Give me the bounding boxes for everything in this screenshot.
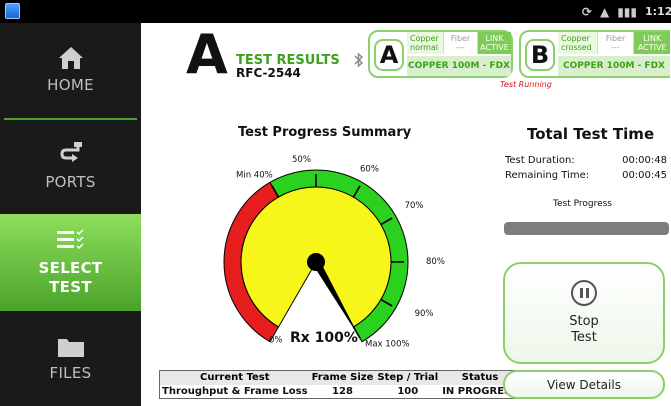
- app-notification-icon: [5, 3, 20, 19]
- gauge-tick-label: 70%: [405, 201, 424, 211]
- gauge-needle-hub: [307, 253, 325, 271]
- home-icon: [58, 47, 83, 69]
- status-bar-right: ⟳ ▲ ▮▮▮ 1:12: [582, 3, 671, 20]
- gauge-value-label: Rx 100%: [290, 330, 358, 346]
- nav-select-test-label-line1: SELECT: [38, 258, 103, 277]
- cell-current-test: Throughput & Frame Loss: [162, 385, 308, 397]
- folder-icon: [57, 338, 84, 357]
- table-row: Throughput & Frame Loss 128 100 IN PROGR…: [160, 385, 521, 399]
- current-test-table: Current Test Frame Size Step / Trial Sta…: [159, 370, 521, 399]
- view-details-button[interactable]: View Details: [503, 370, 665, 399]
- remaining-time-value: 00:00:45: [622, 170, 667, 181]
- gauge-tick-label: 0%: [269, 335, 283, 345]
- port-a-copper: Copper normal: [407, 32, 443, 54]
- bluetooth-icon: [354, 52, 364, 72]
- gauge-tick-label: 90%: [415, 309, 434, 319]
- cell-step-trial: 100: [397, 385, 419, 397]
- test-progress-label: Test Progress: [553, 199, 612, 209]
- nav-ports-label: PORTS: [45, 172, 96, 191]
- nav-select-test[interactable]: SELECT TEST: [0, 214, 141, 311]
- stop-test-label-line2: Test: [571, 330, 597, 345]
- nav-files-label: FILES: [49, 363, 92, 382]
- remaining-time-label: Remaining Time:: [505, 170, 590, 181]
- page-subtitle: RFC-2544: [236, 66, 301, 80]
- port-b-copper: Copper crossed: [558, 32, 597, 54]
- table-header-row: Current Test Frame Size Step / Trial Sta…: [159, 370, 521, 385]
- table-header-current-test: Current Test: [159, 370, 310, 385]
- port-a-letter: A: [374, 39, 404, 71]
- table-header-step-trial: Step / Trial: [375, 370, 441, 385]
- table-header-frame-size: Frame Size: [309, 370, 376, 385]
- port-b-panel[interactable]: B Copper crossed Fiber --- LINK ACTIVE COPP…: [519, 30, 671, 78]
- test-progress-bar: [504, 222, 669, 235]
- stop-test-label-line1: Stop: [569, 314, 599, 329]
- nav-select-test-label-line2: TEST: [49, 277, 92, 296]
- port-b-status-cells: Copper crossed Fiber --- LINK ACTIVE: [558, 32, 671, 54]
- remaining-time-row: Remaining Time: 00:00:45: [505, 170, 667, 181]
- list-check-icon: [56, 228, 84, 249]
- status-bar: ⟳ ▲ ▮▮▮ 1:12: [0, 0, 671, 23]
- port-b-link: LINK ACTIVE: [633, 32, 671, 54]
- test-duration-label: Test Duration:: [505, 155, 575, 166]
- ports-icon: [59, 141, 82, 162]
- gauge-tick-label: 50%: [292, 155, 311, 165]
- sync-icon: ⟳: [581, 4, 592, 19]
- port-a-panel[interactable]: A Copper normal Fiber --- LINK ACTIVE COPPE…: [368, 30, 513, 78]
- port-a-status-cells: Copper normal Fiber --- LINK ACTIVE: [407, 32, 511, 54]
- stop-test-button[interactable]: Stop Test: [503, 262, 665, 364]
- gauge-tick-label: Min 40%: [236, 170, 273, 180]
- gauge-title: Test Progress Summary: [238, 125, 412, 140]
- test-duration-value: 00:00:48: [622, 155, 667, 166]
- gauge-tick-label: 80%: [426, 257, 445, 267]
- port-a-speed: COPPER 100M - FDX: [407, 56, 511, 76]
- test-port-letter: A: [186, 23, 228, 86]
- nav-ports[interactable]: PORTS: [0, 119, 141, 213]
- pause-icon: [571, 280, 597, 306]
- test-duration-row: Test Duration: 00:00:48: [505, 155, 667, 166]
- nav-home-label: HOME: [47, 76, 94, 94]
- sidebar: HOME PORTS SELECT TEST FILES: [0, 23, 141, 406]
- nav-home[interactable]: HOME: [0, 23, 141, 118]
- gauge-tick-label: 60%: [360, 164, 379, 174]
- nav-select-test-label: SELECT TEST: [39, 259, 103, 297]
- port-b-speed: COPPER 100M - FDX: [558, 56, 670, 76]
- clock: 1:12: [645, 5, 671, 18]
- test-running-status: Test Running: [500, 80, 552, 89]
- port-a-fiber: Fiber ---: [443, 32, 477, 54]
- port-a-link: LINK ACTIVE: [477, 32, 511, 54]
- stop-test-label: Stop Test: [569, 314, 599, 346]
- wifi-icon: ▲: [599, 4, 610, 19]
- total-test-time-title: Total Test Time: [527, 125, 655, 143]
- signal-icon: ▮▮▮: [617, 4, 637, 19]
- nav-files[interactable]: FILES: [0, 312, 141, 406]
- gauge-tick-label: Max 100%: [365, 339, 410, 349]
- port-b-fiber: Fiber ---: [596, 32, 634, 54]
- cell-frame-size: 128: [332, 385, 353, 397]
- port-b-letter: B: [525, 39, 555, 71]
- app-root: ⟳ ▲ ▮▮▮ 1:12 HOME PORTS SELECT TEST FILE…: [0, 0, 671, 406]
